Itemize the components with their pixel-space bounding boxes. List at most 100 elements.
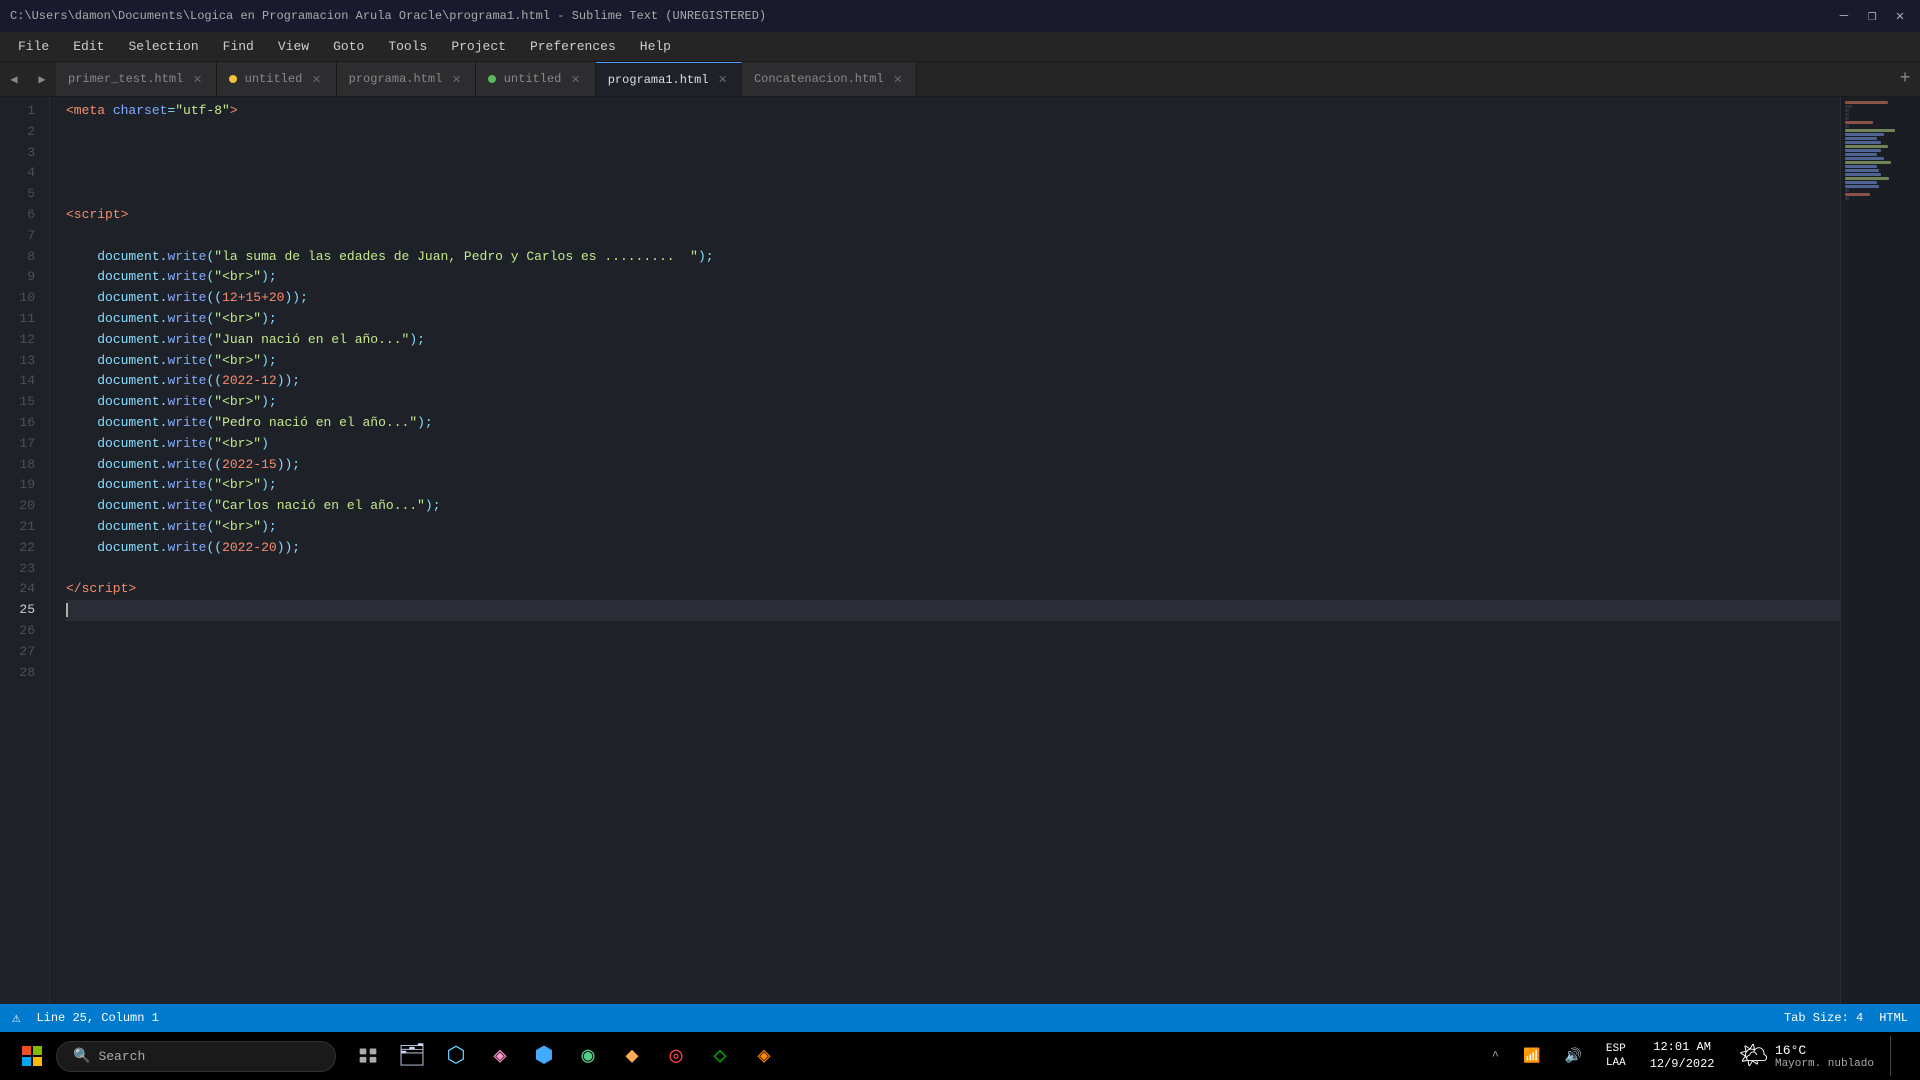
code-line-16: document.write("Pedro nació en el año...… bbox=[66, 413, 1840, 434]
code-line-26 bbox=[66, 621, 1840, 642]
tab-programa[interactable]: programa.html ✕ bbox=[337, 62, 476, 96]
line-num-2: 2 bbox=[0, 122, 35, 143]
line-num-3: 3 bbox=[0, 143, 35, 164]
line-num-17: 17 bbox=[0, 434, 35, 455]
status-position-text: Line 25, Column 1 bbox=[36, 1011, 158, 1025]
task-view-button[interactable] bbox=[348, 1036, 388, 1076]
code-line-23 bbox=[66, 559, 1840, 580]
line-num-12: 12 bbox=[0, 330, 35, 351]
tab-untitled-1[interactable]: untitled ✕ bbox=[217, 62, 337, 96]
line-num-15: 15 bbox=[0, 392, 35, 413]
code-line-6: <script> bbox=[66, 205, 1840, 226]
taskbar: 🔍 Search 🗂 ⬡ ◈ ⬢ ◉ ◆ bbox=[0, 1032, 1920, 1080]
close-button[interactable]: ✕ bbox=[1890, 6, 1910, 26]
menu-find[interactable]: Find bbox=[213, 35, 264, 58]
line-num-7: 7 bbox=[0, 226, 35, 247]
code-line-9: document.write("<br>"); bbox=[66, 267, 1840, 288]
menu-selection[interactable]: Selection bbox=[118, 35, 208, 58]
text-cursor bbox=[66, 603, 68, 617]
restore-button[interactable]: ❒ bbox=[1862, 6, 1882, 26]
code-line-4 bbox=[66, 163, 1840, 184]
folder-icon: 🗂 bbox=[398, 1043, 426, 1069]
code-line-17: document.write("<br>") bbox=[66, 434, 1840, 455]
weather-desc: Mayorm. nublado bbox=[1775, 1058, 1874, 1070]
line-num-4: 4 bbox=[0, 163, 35, 184]
tab-nav-next[interactable]: ▶ bbox=[28, 62, 56, 96]
tab-close[interactable]: ✕ bbox=[569, 69, 581, 90]
tab-close[interactable]: ✕ bbox=[892, 69, 904, 90]
app-icon-1[interactable]: ⬡ bbox=[436, 1036, 476, 1076]
menu-file[interactable]: File bbox=[8, 35, 59, 58]
show-desktop-button[interactable] bbox=[1902, 1036, 1908, 1076]
tab-label: programa1.html bbox=[608, 73, 709, 87]
menu-edit[interactable]: Edit bbox=[63, 35, 114, 58]
app-icon-3[interactable]: ⬢ bbox=[524, 1036, 564, 1076]
menu-tools[interactable]: Tools bbox=[378, 35, 437, 58]
file-explorer-button[interactable]: 🗂 bbox=[392, 1036, 432, 1076]
tab-nav-prev[interactable]: ◀ bbox=[0, 62, 28, 96]
tab-close[interactable]: ✕ bbox=[717, 69, 729, 90]
app-icon-4[interactable]: ◉ bbox=[568, 1036, 608, 1076]
taskbar-search-box[interactable]: 🔍 Search bbox=[56, 1041, 336, 1072]
new-tab-button[interactable]: + bbox=[1890, 62, 1920, 96]
status-bar: ⚠ Line 25, Column 1 Tab Size: 4 HTML bbox=[0, 1004, 1920, 1032]
app-2-icon: ◈ bbox=[493, 1043, 506, 1069]
minimap bbox=[1840, 97, 1920, 1004]
app-icon-2[interactable]: ◈ bbox=[480, 1036, 520, 1076]
line-num-28: 28 bbox=[0, 663, 35, 684]
status-position[interactable]: Line 25, Column 1 bbox=[36, 1011, 158, 1025]
line-num-9: 9 bbox=[0, 267, 35, 288]
status-warning[interactable]: ⚠ bbox=[12, 1010, 20, 1027]
line-num-23: 23 bbox=[0, 559, 35, 580]
code-line-28 bbox=[66, 663, 1840, 684]
tab-close[interactable]: ✕ bbox=[310, 69, 322, 90]
network-wifi-icon[interactable]: 📶 bbox=[1515, 1044, 1548, 1069]
system-tray: ^ 📶 🔊 ESP LAA 12:01 AM 12/9/2022 🌤 16°C … bbox=[1484, 1036, 1908, 1076]
menu-view[interactable]: View bbox=[268, 35, 319, 58]
tab-close[interactable]: ✕ bbox=[191, 69, 203, 90]
tab-concatenacion[interactable]: Concatenacion.html ✕ bbox=[742, 62, 917, 96]
status-right: Tab Size: 4 HTML bbox=[1784, 1011, 1908, 1025]
code-line-13: document.write("<br>"); bbox=[66, 351, 1840, 372]
window-controls: — ❒ ✕ bbox=[1834, 6, 1910, 26]
weather-widget[interactable]: 🌤 16°C Mayorm. nublado bbox=[1731, 1041, 1883, 1071]
code-line-15: document.write("<br>"); bbox=[66, 392, 1840, 413]
tab-primer-test[interactable]: primer_test.html ✕ bbox=[56, 62, 217, 96]
start-button[interactable] bbox=[12, 1036, 52, 1076]
sublime-text-button[interactable]: ◈ bbox=[744, 1036, 784, 1076]
system-icons[interactable]: ^ bbox=[1484, 1045, 1507, 1067]
status-tab-size[interactable]: Tab Size: 4 bbox=[1784, 1011, 1863, 1025]
clock-time: 12:01 AM bbox=[1650, 1039, 1715, 1056]
app-icon-5[interactable]: ◆ bbox=[612, 1036, 652, 1076]
line-num-16: 16 bbox=[0, 413, 35, 434]
line-num-22: 22 bbox=[0, 538, 35, 559]
app-icon-7[interactable]: ◇ bbox=[700, 1036, 740, 1076]
volume-icon[interactable]: 🔊 bbox=[1556, 1044, 1589, 1069]
tab-untitled-2[interactable]: untitled ✕ bbox=[476, 62, 596, 96]
tab-programa1[interactable]: programa1.html ✕ bbox=[596, 62, 742, 96]
minimize-button[interactable]: — bbox=[1834, 6, 1854, 26]
line-num-24: 24 bbox=[0, 579, 35, 600]
tab-modified-dot bbox=[488, 75, 496, 83]
menu-preferences[interactable]: Preferences bbox=[520, 35, 626, 58]
tab-label: untitled bbox=[245, 72, 303, 86]
menu-goto[interactable]: Goto bbox=[323, 35, 374, 58]
line-num-13: 13 bbox=[0, 351, 35, 372]
status-language[interactable]: HTML bbox=[1879, 1011, 1908, 1025]
tab-close[interactable]: ✕ bbox=[450, 69, 462, 90]
clock[interactable]: 12:01 AM 12/9/2022 bbox=[1642, 1039, 1723, 1073]
language-selector[interactable]: ESP LAA bbox=[1598, 1038, 1634, 1075]
weather-icon: 🌤 bbox=[1739, 1041, 1769, 1071]
menu-bar: File Edit Selection Find View Goto Tools… bbox=[0, 32, 1920, 62]
line-numbers: 1 2 3 4 5 6 7 8 9 10 11 12 13 14 15 16 1… bbox=[0, 97, 50, 1004]
app-icon-6[interactable]: ◎ bbox=[656, 1036, 696, 1076]
windows-logo-icon bbox=[22, 1046, 42, 1066]
menu-project[interactable]: Project bbox=[441, 35, 516, 58]
line-num-8: 8 bbox=[0, 247, 35, 268]
code-editor[interactable]: <meta charset="utf-8"> <script> document… bbox=[50, 97, 1840, 1004]
menu-help[interactable]: Help bbox=[630, 35, 681, 58]
code-line-3 bbox=[66, 143, 1840, 164]
code-line-8: document.write("la suma de las edades de… bbox=[66, 247, 1840, 268]
code-line-21: document.write("<br>"); bbox=[66, 517, 1840, 538]
line-num-27: 27 bbox=[0, 642, 35, 663]
